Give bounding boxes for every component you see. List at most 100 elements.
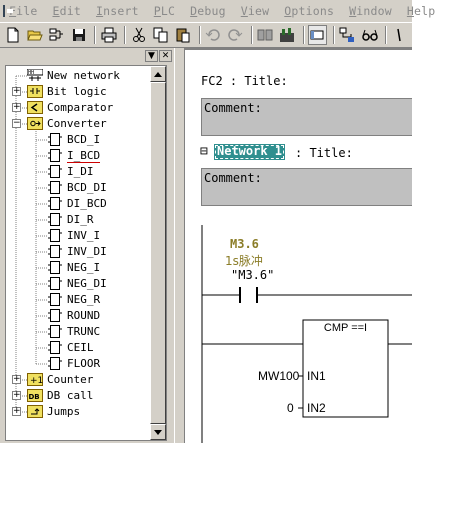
tree-item-inv-di[interactable]: INV_DI — [6, 244, 152, 260]
tree-item-ceil[interactable]: CEIL — [6, 340, 152, 356]
network-label[interactable]: Network 1 — [214, 144, 286, 160]
overview-icon[interactable] — [307, 25, 327, 45]
tree-item-label: BCD_I — [67, 133, 101, 146]
instruction-tree: HH New network + Bit logic + Comparator − Conve… — [5, 65, 167, 441]
tree-item-neg-r[interactable]: NEG_R — [6, 292, 152, 308]
tree-item-i-bcd[interactable]: I_BCD — [6, 148, 152, 164]
tree-item-bit-logic[interactable]: + Bit logic — [6, 84, 152, 100]
tree-item-new-network[interactable]: HH New network — [6, 68, 152, 84]
tree-item-label: Jumps — [47, 405, 81, 418]
toolbar — [0, 22, 412, 48]
tree-item-jumps[interactable]: + Jumps — [6, 404, 152, 420]
network-icon[interactable] — [338, 25, 357, 45]
tree-item-round[interactable]: ROUND — [6, 308, 152, 324]
bit-logic-icon — [27, 85, 43, 98]
block-icon — [47, 357, 63, 370]
tree-item-comparator[interactable]: + Comparator — [6, 100, 152, 116]
print-icon[interactable] — [99, 25, 118, 45]
menu-plc-rest: LC — [160, 4, 176, 18]
tree-item-trunc[interactable]: TRUNC — [6, 324, 152, 340]
tree-item-neg-di[interactable]: NEG_DI — [6, 276, 152, 292]
save-icon[interactable] — [69, 25, 88, 45]
block-title[interactable]: FC2 : Title: — [201, 74, 288, 88]
contact-symbol: 1s脉冲 — [225, 254, 263, 268]
menu-edit[interactable]: Edit — [53, 4, 82, 18]
block-icon — [47, 213, 63, 226]
menu-view[interactable]: View — [241, 4, 270, 18]
contact-address[interactable]: M3.6 — [230, 237, 259, 251]
tree-item-inv-i[interactable]: INV_I — [6, 228, 152, 244]
menu-window[interactable]: Window — [349, 4, 392, 18]
tree-item-i-di[interactable]: I_DI — [6, 164, 152, 180]
tree-item-label: Comparator — [47, 101, 114, 114]
tree-item-label: DB call — [47, 389, 94, 402]
in2-pin-label: IN2 — [307, 401, 326, 415]
undo-icon[interactable] — [204, 25, 223, 45]
copy-icon[interactable] — [151, 25, 170, 45]
tree-item-di-bcd[interactable]: DI_BCD — [6, 196, 152, 212]
expand-icon[interactable]: + — [12, 407, 21, 416]
tree-item-neg-i[interactable]: NEG_I — [6, 260, 152, 276]
new-network-icon: HH — [26, 68, 44, 82]
scroll-up-button[interactable] — [150, 66, 166, 82]
block-icon — [47, 229, 63, 242]
overflow-icon[interactable] — [390, 25, 409, 45]
open-icon[interactable] — [25, 25, 44, 45]
block-icon — [47, 149, 63, 162]
network-comment-box[interactable]: Comment: — [201, 168, 412, 206]
monitor-icon[interactable] — [278, 25, 297, 45]
toolbar-separator — [385, 26, 388, 44]
lad-editor: FC2 : Title: Comment: ⊟ Network 1 : Titl… — [185, 48, 412, 443]
tree-item-bcd-di[interactable]: BCD_DI — [6, 180, 152, 196]
glasses-icon[interactable] — [360, 25, 379, 45]
menu-options[interactable]: Options — [284, 4, 334, 18]
tree-item-di-r[interactable]: DI_R — [6, 212, 152, 228]
block-comment-box[interactable]: Comment: — [201, 98, 412, 136]
expand-icon[interactable]: + — [12, 391, 21, 400]
menu-file[interactable]: File — [9, 4, 38, 18]
network-title[interactable]: : Title: — [295, 146, 353, 160]
tree-item-label: NEG_R — [67, 293, 101, 306]
svg-text:DB: DB — [29, 393, 40, 401]
expand-icon[interactable]: + — [12, 375, 21, 384]
tree-scrollbar[interactable] — [150, 66, 166, 440]
load-icon[interactable] — [256, 25, 275, 45]
pane-splitter[interactable] — [174, 48, 185, 443]
svg-text:+1: +1 — [30, 376, 43, 386]
scroll-thumb[interactable] — [150, 82, 166, 424]
db-call-icon: DB — [27, 389, 43, 402]
expand-icon[interactable]: + — [12, 87, 21, 96]
new-icon[interactable] — [3, 25, 22, 45]
tree-item-floor[interactable]: FLOOR — [6, 356, 152, 372]
tree-item-counter[interactable]: + +1 Counter — [6, 372, 152, 388]
redo-icon[interactable] — [226, 25, 245, 45]
network-collapse-toggle[interactable]: ⊟ — [200, 144, 208, 159]
tree-item-bcd-i[interactable]: BCD_I — [6, 132, 152, 148]
cut-icon[interactable] — [129, 25, 148, 45]
tree-item-converter[interactable]: − Converter — [6, 116, 152, 132]
system-menu-icon[interactable] — [3, 5, 13, 17]
accessible-nodes-icon[interactable] — [47, 25, 66, 45]
block-icon — [47, 133, 63, 146]
in1-operand[interactable]: MW100 — [258, 369, 299, 383]
converter-icon — [27, 117, 43, 130]
blank-area — [0, 443, 465, 515]
scroll-down-button[interactable] — [150, 424, 166, 440]
in2-operand[interactable]: 0 — [287, 401, 294, 415]
step7-lad-editor-window: File Edit Insert PLC Debug View Options … — [0, 0, 465, 515]
menu-help[interactable]: Help — [407, 4, 436, 18]
tree-item-db-call[interactable]: + DB DB call — [6, 388, 152, 404]
tree-item-label: Converter — [47, 117, 107, 130]
menu-plc[interactable]: PLC — [154, 4, 175, 18]
tree-item-label: Bit logic — [47, 85, 107, 98]
pane-dropdown-button[interactable]: ▼ — [145, 50, 158, 62]
comparator-icon — [27, 101, 43, 114]
menu-debug[interactable]: Debug — [190, 4, 226, 18]
menu-insert[interactable]: Insert — [96, 4, 139, 18]
pane-close-button[interactable]: ✕ — [159, 50, 172, 62]
menu-edit-rest: dit — [59, 4, 81, 18]
block-icon — [47, 165, 63, 178]
expand-icon[interactable]: + — [12, 103, 21, 112]
collapse-icon[interactable]: − — [12, 119, 21, 128]
paste-icon[interactable] — [173, 25, 192, 45]
